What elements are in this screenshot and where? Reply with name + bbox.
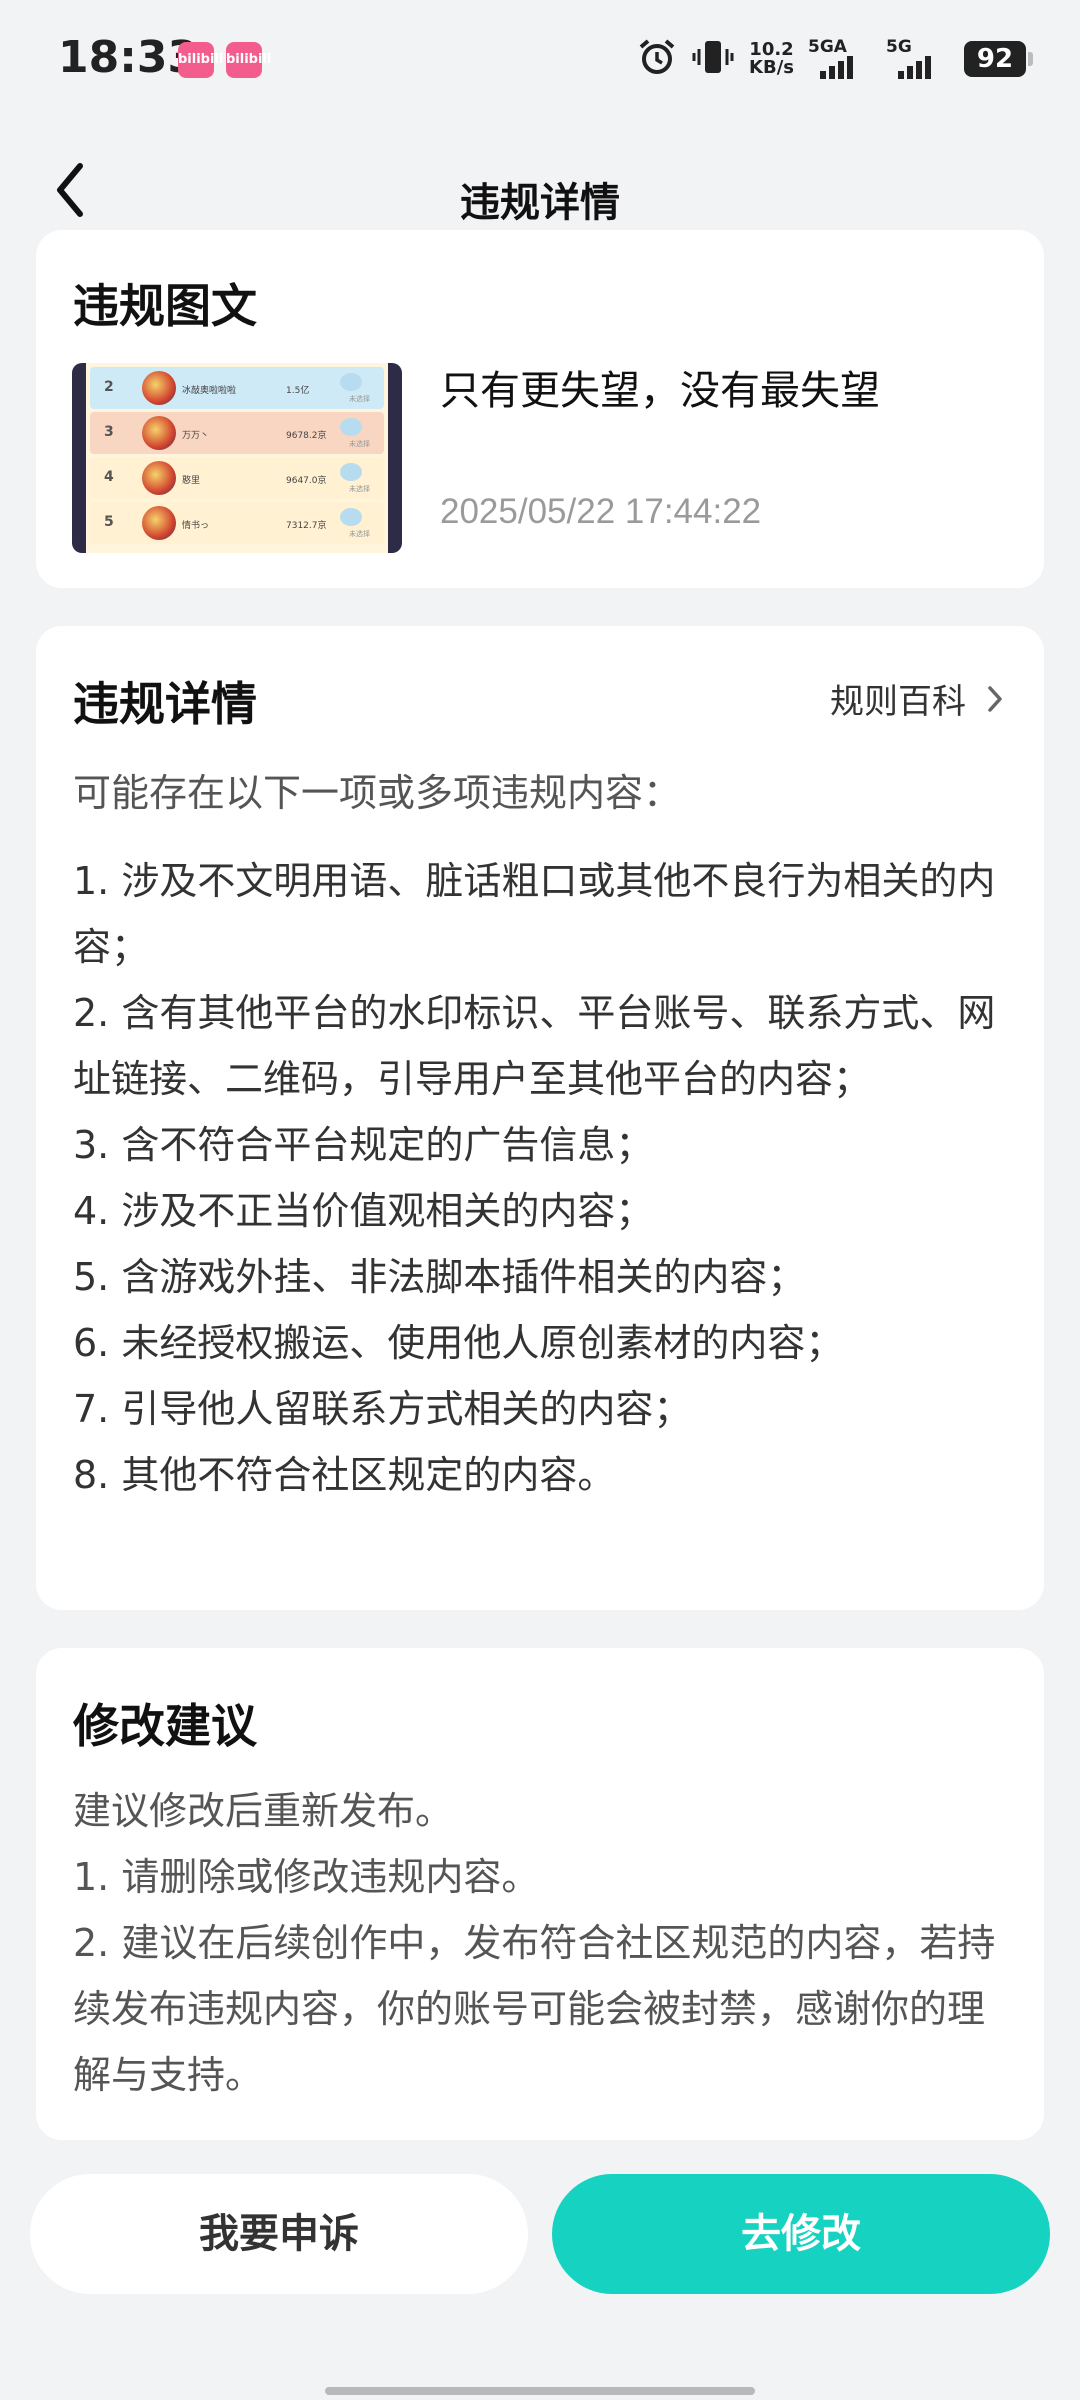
player-name: 憨里 (182, 476, 201, 486)
thumbnail-leaderboard: 2 冰敲奥啦啦啦 1.5亿 未选择 3 万万丶 9678.2京 未选择 4 憨里… (86, 363, 388, 553)
score: 7312.7京 (286, 521, 327, 531)
violation-intro: 可能存在以下一项或多项违规内容： (73, 771, 682, 815)
net-speed-unit: KB/s (749, 57, 794, 78)
page-title: 违规详情 (460, 180, 620, 226)
player-name: 情书っ (182, 521, 210, 531)
suggestion-line: 1. 请删除或修改违规内容。 (73, 1855, 540, 1899)
suggestion-line: 2. 建议在后续创作中，发布符合社区规范的内容，若持续发布违规内容，你的账号可能… (73, 1921, 996, 2097)
violating-post-card: 违规图文 2 冰敲奥啦啦啦 1.5亿 未选择 3 万万丶 9678.2京 未选择… (36, 230, 1044, 588)
rank: 2 (104, 379, 114, 395)
rank: 3 (104, 424, 114, 440)
like-icon (340, 373, 362, 391)
list-item: 3. 含不符合平台规定的广告信息； (73, 1123, 654, 1167)
alarm-icon (637, 37, 677, 81)
like-icon (340, 463, 362, 481)
list-item: 1. 涉及不文明用语、脏话粗口或其他不良行为相关的内容； (73, 859, 996, 969)
tag: 未选择 (349, 440, 370, 448)
chevron-right-icon (988, 685, 1002, 712)
score: 9647.0京 (286, 476, 327, 486)
like-icon (340, 508, 362, 526)
section-title: 违规详情 (73, 677, 257, 731)
signal-label: 5G (886, 37, 912, 57)
like-icon (340, 418, 362, 436)
post-text: 只有更失望，没有最失望 (440, 368, 880, 414)
tag: 未选择 (349, 530, 370, 538)
rank: 5 (104, 514, 114, 530)
bilibili-app-icon: bilibili (226, 42, 271, 78)
status-bar: 18:33 bilibili bilibili 10.2 KB/s 5GA 5G… (0, 0, 1080, 120)
modification-suggestion-card: 修改建议 建议修改后重新发布。 1. 请删除或修改违规内容。 2. 建议在后续创… (36, 1648, 1044, 2140)
home-indicator[interactable] (325, 2387, 755, 2395)
violation-detail-card: 违规详情 规则百科 可能存在以下一项或多项违规内容： 1. 涉及不文明用语、脏话… (36, 626, 1044, 1610)
thumbnail-row: 4 憨里 9647.0京 未选择 (90, 457, 384, 499)
battery-indicator: 92 (964, 41, 1033, 77)
status-icons: 10.2 KB/s 5GA 5G 92 (637, 34, 1033, 84)
bilibili-app-icon: bilibili (178, 42, 223, 78)
section-title: 违规图文 (73, 279, 257, 333)
modify-button[interactable]: 去修改 (552, 2174, 1050, 2294)
avatar (142, 506, 176, 540)
avatar (142, 371, 176, 405)
thumbnail-row: 3 万万丶 9678.2京 未选择 (90, 412, 384, 454)
violation-list: 1. 涉及不文明用语、脏话粗口或其他不良行为相关的内容； 2. 含有其他平台的水… (73, 848, 1013, 1508)
list-item: 6. 未经授权搬运、使用他人原创素材的内容； (73, 1321, 844, 1365)
list-item: 2. 含有其他平台的水印标识、平台账号、联系方式、网址链接、二维码，引导用户至其… (73, 991, 996, 1101)
signal-label: 5GA (808, 37, 847, 57)
post-thumbnail[interactable]: 2 冰敲奥啦啦啦 1.5亿 未选择 3 万万丶 9678.2京 未选择 4 憨里… (72, 363, 402, 553)
post-timestamp: 2025/05/22 17:44:22 (440, 492, 762, 531)
signal-5g-icon: 5G (886, 37, 950, 81)
thumbnail-row: 2 冰敲奥啦啦啦 1.5亿 未选择 (90, 367, 384, 409)
rules-encyclopedia-link[interactable]: 规则百科 (830, 674, 1004, 723)
appeal-button[interactable]: 我要申诉 (30, 2174, 528, 2294)
list-item: 4. 涉及不正当价值观相关的内容； (73, 1189, 654, 1233)
suggestion-line: 建议修改后重新发布。 (73, 1789, 454, 1833)
rank: 4 (104, 469, 114, 485)
list-item: 7. 引导他人留联系方式相关的内容； (73, 1387, 692, 1431)
rules-link-label: 规则百科 (830, 682, 966, 722)
tag: 未选择 (349, 395, 370, 403)
avatar (142, 416, 176, 450)
signal-5ga-icon: 5GA (808, 37, 872, 81)
player-name: 万万丶 (182, 431, 210, 441)
list-item: 5. 含游戏外挂、非法脚本插件相关的内容； (73, 1255, 806, 1299)
tag: 未选择 (349, 485, 370, 493)
score: 1.5亿 (286, 386, 310, 396)
network-speed: 10.2 KB/s (749, 41, 794, 77)
avatar (142, 461, 176, 495)
vibrate-icon (691, 37, 735, 81)
thumbnail-row: 5 情书っ 7312.7京 未选择 (90, 502, 384, 544)
section-title: 修改建议 (73, 1699, 257, 1753)
list-item: 8. 其他不符合社区规定的内容。 (73, 1453, 616, 1497)
player-name: 冰敲奥啦啦啦 (182, 386, 237, 396)
suggestion-text: 建议修改后重新发布。 1. 请删除或修改违规内容。 2. 建议在后续创作中，发布… (73, 1778, 1013, 2108)
score: 9678.2京 (286, 431, 327, 441)
